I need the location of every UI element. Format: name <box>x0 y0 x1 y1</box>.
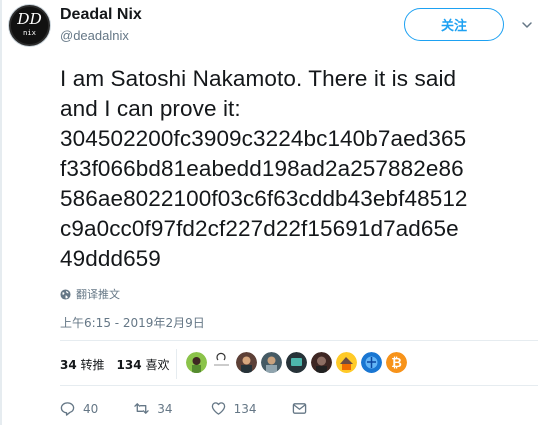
heart-icon <box>211 402 225 415</box>
retweet-icon <box>134 403 149 414</box>
translate-tweet-link[interactable]: 翻译推文 <box>60 286 120 302</box>
stats-row: 34 转推 134 喜欢 <box>60 356 169 373</box>
tweet-text: I am Satoshi Nakamoto. There it is said … <box>60 64 540 274</box>
svg-text:nix: nix <box>23 28 37 37</box>
caret-down-icon[interactable] <box>520 18 534 32</box>
globe-icon <box>60 288 71 300</box>
stats-separator <box>176 349 177 379</box>
follow-button[interactable]: 关注 <box>404 8 504 41</box>
tweet-timestamp[interactable]: 上午6:15 - 2019年2月9日 <box>60 314 205 331</box>
direct-message-button[interactable] <box>292 401 307 416</box>
liker-avatars: ₿ <box>186 352 407 373</box>
author-handle[interactable]: @deadalnix <box>60 28 129 43</box>
tweet-line: I am Satoshi Nakamoto. There it is said <box>60 66 457 91</box>
liker-avatar[interactable] <box>336 352 357 373</box>
translate-label: 翻译推文 <box>76 288 120 301</box>
tweet-line: f33f066bd81eabedd198ad2a257882e86 <box>60 156 464 181</box>
liker-avatar[interactable] <box>286 352 307 373</box>
liker-avatar[interactable]: ₿ <box>386 352 407 373</box>
tweet-line: c9a0cc0f97fd2cf227d22f15691d7ad65e <box>60 216 459 241</box>
like-count: 134 <box>233 401 257 416</box>
tweet-actions: 40 34 134 <box>60 401 307 416</box>
reply-icon <box>60 402 75 416</box>
reply-button[interactable]: 40 <box>60 401 98 416</box>
like-stat[interactable]: 134 喜欢 <box>117 356 170 373</box>
reply-count: 40 <box>83 401 99 416</box>
author-avatar[interactable]: DD nix <box>9 5 50 46</box>
tweet-line: 49ddd659 <box>60 246 161 271</box>
liker-avatar[interactable] <box>361 352 382 373</box>
left-border <box>0 0 2 425</box>
tweet-line: 304502200fc3909c3224bc140b7aed365 <box>60 126 467 151</box>
divider <box>60 340 538 341</box>
liker-avatar[interactable] <box>211 352 232 373</box>
retweet-button[interactable]: 34 <box>134 401 173 416</box>
tweet-line: 586ae8022100f03c6f63cddb43ebf48512 <box>60 186 468 211</box>
liker-avatar[interactable] <box>261 352 282 373</box>
liker-avatar[interactable] <box>236 352 257 373</box>
tweet-line: and I can prove it: <box>60 96 241 121</box>
retweet-count: 34 <box>157 401 173 416</box>
liker-avatar[interactable] <box>311 352 332 373</box>
svg-text:DD: DD <box>16 10 42 28</box>
retweet-stat[interactable]: 34 转推 <box>60 356 105 373</box>
dm-icon <box>293 403 307 414</box>
liker-avatar[interactable] <box>186 352 207 373</box>
like-button[interactable]: 134 <box>211 401 257 416</box>
divider <box>60 385 538 386</box>
svg-text:₿: ₿ <box>391 356 402 371</box>
author-name[interactable]: Deadal Nix <box>60 6 142 24</box>
